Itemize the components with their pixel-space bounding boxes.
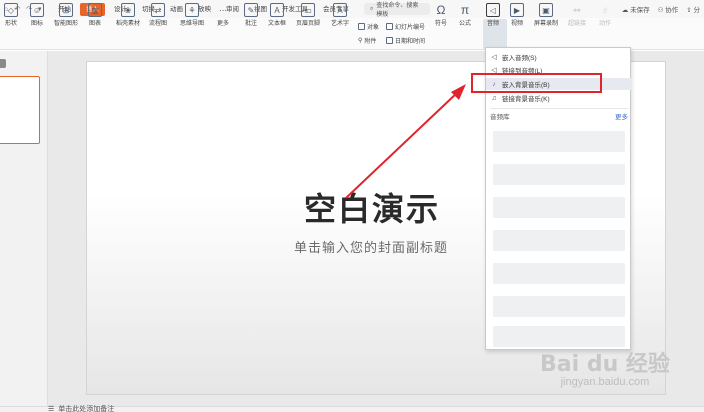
stock-icon: ❀ bbox=[121, 3, 135, 17]
audio-library-item[interactable] bbox=[493, 197, 625, 218]
video-icon: ▶ bbox=[510, 3, 524, 17]
notes-icon: ☰ bbox=[48, 406, 55, 412]
slide-title[interactable]: 空白演示 bbox=[304, 184, 440, 230]
icons-button[interactable]: ☺ 图标 bbox=[30, 3, 44, 27]
hyperlink-button[interactable]: ⚯ 超链接 bbox=[568, 3, 586, 28]
highlight-box-annotation bbox=[471, 73, 602, 93]
attachment-icon: ⚲ bbox=[358, 38, 363, 44]
icons-icon: ☺ bbox=[30, 3, 44, 17]
slide-subtitle[interactable]: 单击输入您的封面副标题 bbox=[294, 237, 448, 256]
audio-library-title: 音频库 bbox=[490, 114, 510, 121]
menu-item-link-background-music[interactable]: ♫ 链接背景音乐(K) bbox=[486, 92, 632, 104]
flowchart-icon: ⇄ bbox=[151, 3, 165, 17]
more-icon: ⋯ bbox=[219, 5, 227, 15]
omega-icon: Ω bbox=[436, 3, 446, 17]
watermark-logo: Bai du 经验 bbox=[540, 352, 670, 377]
datetime-button[interactable]: 日期和时间 bbox=[386, 36, 425, 45]
mindmap-icon: ⚘ bbox=[185, 3, 199, 17]
flowchart-button[interactable]: ⇄ 流程图 bbox=[149, 3, 167, 27]
music-link-icon: ♫ bbox=[491, 94, 497, 102]
smartart-icon: ⊞ bbox=[59, 3, 73, 17]
audio-library-item[interactable] bbox=[493, 131, 625, 152]
notes-area[interactable]: ☰ 单击此处添加备注 bbox=[48, 404, 114, 412]
more-button[interactable]: ⋯ 更多 bbox=[216, 3, 230, 28]
slide-number-button[interactable]: 幻灯片编号 bbox=[386, 22, 425, 31]
video-button[interactable]: ▶ 视频 bbox=[510, 3, 524, 27]
audio-button[interactable]: ◁ 音频 bbox=[486, 3, 500, 27]
screen-record-button[interactable]: ▣ 屏幕录制 bbox=[534, 3, 558, 27]
menu-divider bbox=[490, 108, 628, 109]
screen-record-icon: ▣ bbox=[539, 3, 553, 17]
wordart-button[interactable]: A 艺术字 bbox=[331, 3, 349, 27]
shape-icon: ◇ bbox=[4, 3, 18, 17]
textbox-icon: A bbox=[270, 3, 284, 17]
audio-library-more-link[interactable]: 更多 bbox=[615, 111, 628, 121]
audio-library-header: 音频库 更多 bbox=[490, 111, 628, 121]
slide-thumbnail[interactable] bbox=[0, 76, 40, 144]
speaker-icon: ◁ bbox=[491, 54, 497, 61]
unsaved-status[interactable]: ☁ 未保存 bbox=[622, 4, 650, 14]
share-button[interactable]: ⇪ 分 bbox=[686, 4, 700, 14]
command-search[interactable]: ⌕ 查找命令、搜索模板 bbox=[364, 3, 430, 18]
audio-library-item[interactable] bbox=[493, 326, 625, 347]
comment-icon: ✎ bbox=[244, 3, 258, 17]
slide-number-icon bbox=[386, 23, 393, 30]
audio-library-item[interactable] bbox=[493, 296, 625, 317]
audio-library-item[interactable] bbox=[493, 230, 625, 251]
header-footer-icon: ▭ bbox=[301, 3, 315, 17]
baidu-watermark: Bai du 经验 jingyan.baidu.com bbox=[540, 346, 670, 388]
audio-library-item[interactable] bbox=[493, 164, 625, 185]
mindmap-button[interactable]: ⚘ 思维导图 bbox=[180, 3, 204, 27]
action-button[interactable]: ☝ 动作 bbox=[598, 3, 612, 28]
stock-material-button[interactable]: ❀ 稻壳素材 bbox=[116, 3, 140, 27]
collab-button[interactable]: ⚇ 协作 bbox=[658, 4, 679, 14]
right-tools: ☁ 未保存 ⚇ 协作 ⇪ 分 bbox=[622, 4, 704, 14]
menu-item-embed-audio[interactable]: ◁ 嵌入音频(S) bbox=[486, 51, 632, 63]
formula-button[interactable]: π 公式 bbox=[458, 3, 472, 27]
smartart-button[interactable]: ⊞ 智能图形 bbox=[54, 3, 78, 27]
search-placeholder: 查找命令、搜索模板 bbox=[376, 3, 419, 18]
pi-icon: π bbox=[460, 3, 470, 17]
shape-button[interactable]: ◇ 形状 bbox=[4, 3, 18, 27]
speaker-icon: ◁ bbox=[486, 3, 500, 17]
chart-button[interactable]: ▥ 图表 bbox=[88, 3, 102, 27]
object-button[interactable]: 对象 bbox=[358, 22, 379, 31]
watermark-url: jingyan.baidu.com bbox=[560, 376, 650, 388]
header-footer-button[interactable]: ▭ 页眉页脚 bbox=[296, 3, 320, 27]
attachment-button[interactable]: ⚲ 附件 bbox=[358, 36, 376, 45]
thumbnail-number-badge: 1 bbox=[0, 59, 6, 68]
audio-library-item[interactable] bbox=[493, 263, 625, 284]
symbol-button[interactable]: Ω 符号 bbox=[434, 3, 448, 27]
link-icon: ⚯ bbox=[573, 5, 581, 15]
wordart-icon: A bbox=[333, 3, 347, 17]
chart-icon: ▥ bbox=[88, 3, 102, 17]
calendar-icon bbox=[386, 37, 393, 44]
search-icon: ⌕ bbox=[370, 5, 374, 12]
comment-button[interactable]: ✎ 批注 bbox=[244, 3, 258, 27]
textbox-button[interactable]: A 文本框 bbox=[268, 3, 286, 27]
hand-icon: ☝ bbox=[602, 5, 608, 15]
object-icon bbox=[358, 23, 365, 30]
